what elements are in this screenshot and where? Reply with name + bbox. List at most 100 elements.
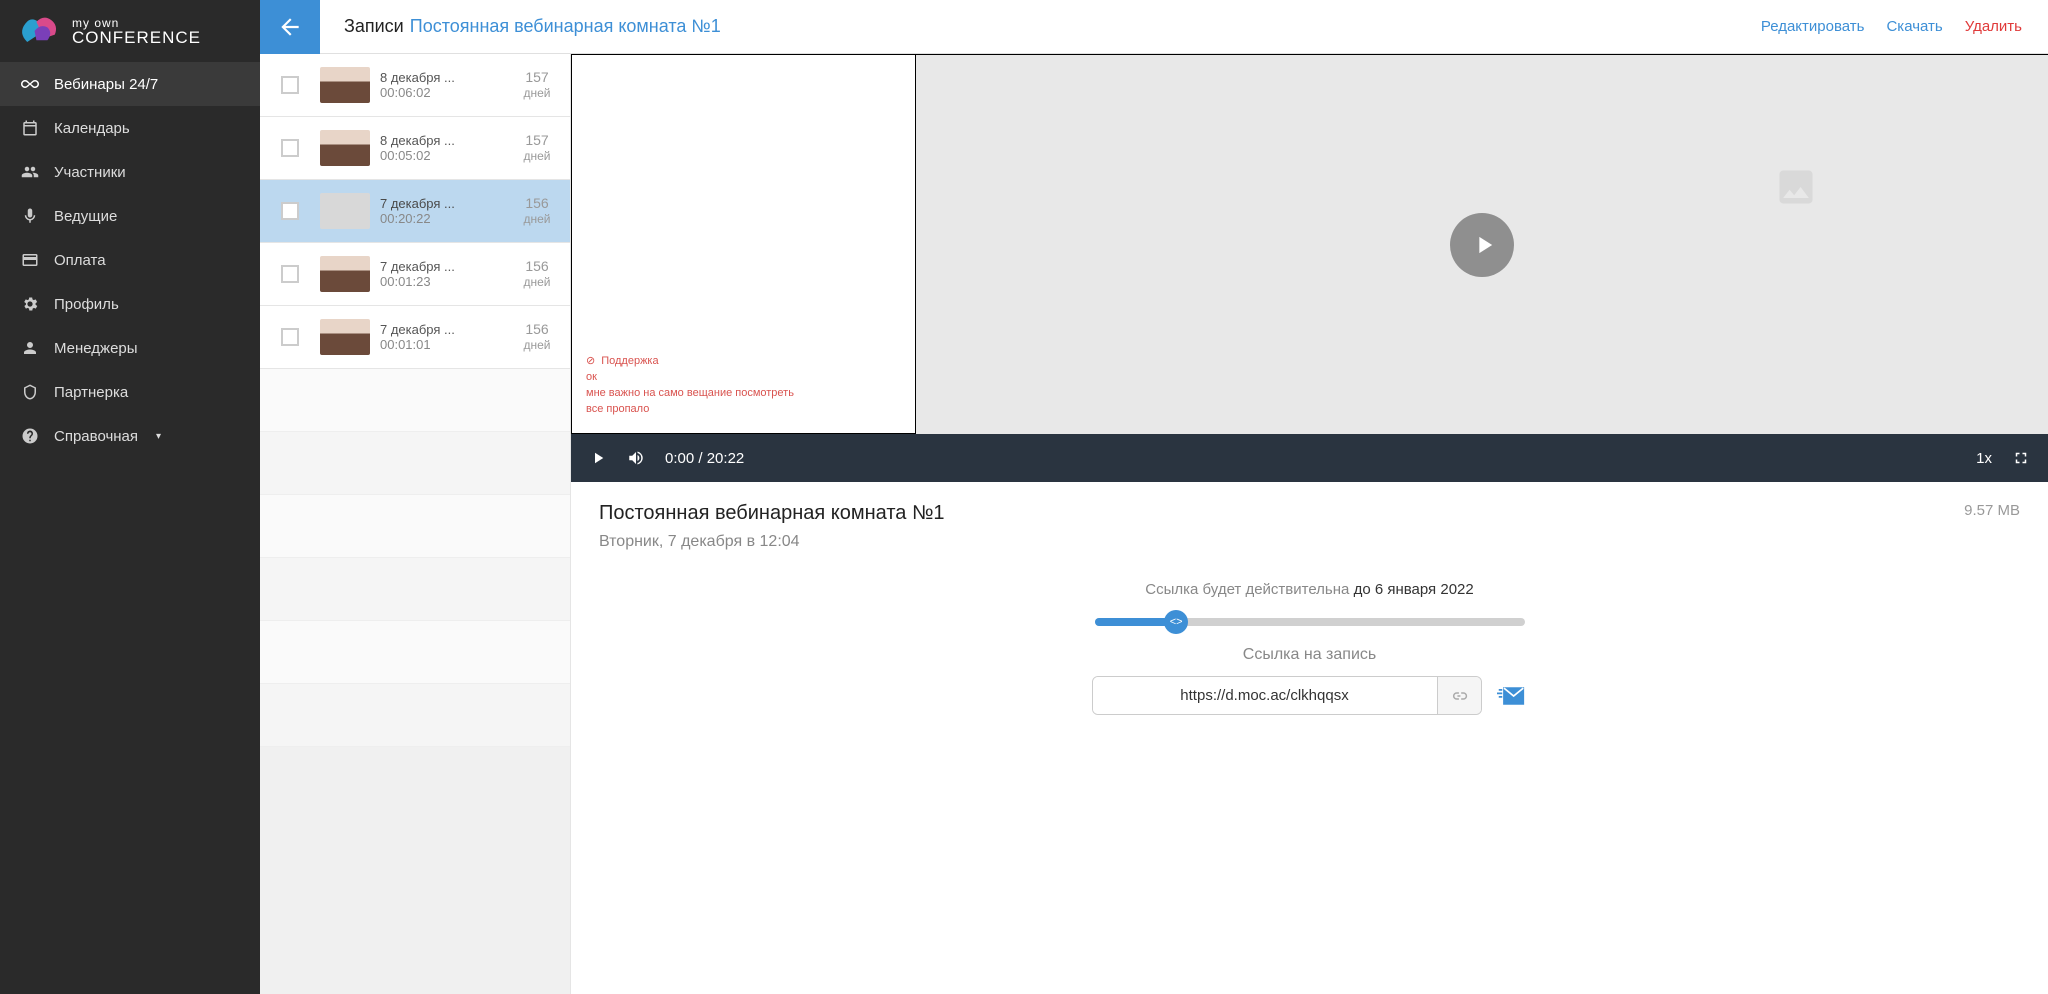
- fullscreen-button[interactable]: [2012, 449, 2030, 467]
- rec-duration: 00:01:23: [380, 274, 514, 289]
- play-overlay[interactable]: [1450, 213, 1514, 277]
- rec-date: 8 декабря ...: [380, 70, 470, 85]
- volume-button[interactable]: [627, 449, 645, 467]
- sidebar-item-label: Справочная: [54, 428, 138, 445]
- play-button[interactable]: [589, 449, 607, 467]
- rec-date: 7 декабря ...: [380, 322, 470, 337]
- back-button[interactable]: [260, 0, 320, 54]
- recording-row[interactable]: 8 декабря ...00:06:02157дней: [260, 54, 570, 117]
- rec-duration: 00:06:02: [380, 85, 514, 100]
- rec-date: 7 декабря ...: [380, 196, 470, 211]
- link-icon: [1450, 687, 1468, 705]
- play-icon: [1470, 231, 1498, 259]
- affiliate-icon: [20, 382, 40, 402]
- download-link[interactable]: Скачать: [1886, 18, 1942, 35]
- image-placeholder-icon: [1774, 165, 1818, 213]
- video-canvas[interactable]: [916, 54, 2048, 434]
- main: Записи Постоянная вебинарная комната №1 …: [260, 0, 2048, 994]
- thumbnail: [320, 319, 370, 355]
- sidebar-item-label: Менеджеры: [54, 340, 138, 357]
- send-link-button[interactable]: [1494, 685, 1528, 707]
- recording-size: 9.57 MB: [1964, 502, 2020, 519]
- sidebar-item-0[interactable]: Вебинары 24/7: [0, 62, 260, 106]
- edit-link[interactable]: Редактировать: [1761, 18, 1865, 35]
- nav: Вебинары 24/7 Календарь Участники Ведущие Оп…: [0, 62, 260, 458]
- topbar: Записи Постоянная вебинарная комната №1 …: [260, 0, 2048, 54]
- chat-line: ок: [586, 371, 901, 383]
- speed-button[interactable]: 1x: [1976, 450, 1992, 467]
- calendar-icon: [20, 118, 40, 138]
- sidebar-item-3[interactable]: Ведущие: [0, 194, 260, 238]
- breadcrumb: Записи Постоянная вебинарная комната №1: [320, 16, 1761, 37]
- recording-row[interactable]: 7 декабря ...00:01:01156дней: [260, 306, 570, 369]
- rec-age: 157дней: [514, 69, 570, 100]
- rec-duration: 00:01:01: [380, 337, 514, 352]
- rec-duration: 00:05:02: [380, 148, 514, 163]
- slider-thumb[interactable]: <>: [1164, 610, 1188, 634]
- sidebar-item-4[interactable]: Оплата: [0, 238, 260, 282]
- chat-line: ⊘Поддержка: [586, 354, 901, 367]
- rec-age: 156дней: [514, 195, 570, 226]
- checkbox[interactable]: [281, 265, 299, 283]
- recording-row[interactable]: 7 декабря ...00:01:23156дней: [260, 243, 570, 306]
- player-area: ⊘Поддержка ок мне важно на само вещание по…: [571, 54, 2048, 994]
- recording-meta: Постоянная вебинарная комната №1 9.57 MB…: [571, 482, 2048, 735]
- rec-duration: 00:20:22: [380, 211, 514, 226]
- copy-link-button[interactable]: [1437, 677, 1481, 714]
- checkbox[interactable]: [281, 139, 299, 157]
- brand-line1: my own: [72, 17, 201, 29]
- logo[interactable]: my own CONFERENCE: [0, 0, 260, 62]
- sidebar-item-label: Участники: [54, 164, 126, 181]
- rec-age: 157дней: [514, 132, 570, 163]
- link-label: Ссылка на запись: [1243, 646, 1376, 664]
- logo-icon: [18, 14, 64, 48]
- users-icon: [20, 162, 40, 182]
- checkbox[interactable]: [281, 202, 299, 220]
- time-display: 0:00 / 20:22: [665, 450, 744, 467]
- sidebar-item-5[interactable]: Профиль: [0, 282, 260, 326]
- recording-row[interactable]: 7 декабря ...00:20:22156дней: [260, 180, 570, 243]
- delete-link[interactable]: Удалить: [1965, 18, 2022, 35]
- thumbnail: [320, 130, 370, 166]
- recordings-list[interactable]: 8 декабря ...00:06:02157дней8 декабря ..…: [260, 54, 571, 994]
- sidebar-item-6[interactable]: Менеджеры: [0, 326, 260, 370]
- rec-date: 8 декабря ...: [380, 133, 470, 148]
- help-icon: [20, 426, 40, 446]
- sidebar-item-7[interactable]: Партнерка: [0, 370, 260, 414]
- mic-icon: [20, 206, 40, 226]
- link-input[interactable]: [1093, 677, 1437, 714]
- infinity-icon: [20, 74, 40, 94]
- gear-icon: [20, 294, 40, 314]
- sidebar: my own CONFERENCE Вебинары 24/7 Календарь…: [0, 0, 260, 994]
- chat-line: мне важно на само вещание посмотреть: [586, 387, 901, 399]
- chevron-down-icon: ▾: [156, 431, 161, 442]
- video-box: ⊘Поддержка ок мне важно на само вещание по…: [571, 54, 2048, 434]
- recording-title: Постоянная вебинарная комната №1: [599, 502, 945, 525]
- brand-line2: CONFERENCE: [72, 29, 201, 46]
- link-validity: Ссылка будет действительна до 6 января 2…: [1145, 581, 1473, 598]
- recording-datetime: Вторник, 7 декабря в 12:04: [599, 533, 2020, 551]
- sidebar-item-label: Партнерка: [54, 384, 128, 401]
- recording-row[interactable]: 8 декабря ...00:05:02157дней: [260, 117, 570, 180]
- validity-slider[interactable]: <>: [1095, 618, 1525, 626]
- thumbnail: [320, 193, 370, 229]
- sidebar-item-8[interactable]: Справочная ▾: [0, 414, 260, 458]
- thumbnail: [320, 67, 370, 103]
- sidebar-item-1[interactable]: Календарь: [0, 106, 260, 150]
- video-chat-panel: ⊘Поддержка ок мне важно на само вещание по…: [571, 54, 916, 434]
- crumb-room-link[interactable]: Постоянная вебинарная комната №1: [410, 16, 721, 37]
- checkbox[interactable]: [281, 328, 299, 346]
- sidebar-item-2[interactable]: Участники: [0, 150, 260, 194]
- send-mail-icon: [1497, 685, 1525, 707]
- chat-line: все пропало: [586, 403, 901, 415]
- sidebar-item-label: Профиль: [54, 296, 119, 313]
- rec-age: 156дней: [514, 258, 570, 289]
- rec-age: 156дней: [514, 321, 570, 352]
- checkbox[interactable]: [281, 76, 299, 94]
- sidebar-item-label: Вебинары 24/7: [54, 76, 158, 93]
- card-icon: [20, 250, 40, 270]
- managers-icon: [20, 338, 40, 358]
- sidebar-item-label: Оплата: [54, 252, 106, 269]
- sidebar-item-label: Календарь: [54, 120, 130, 137]
- player-controls: 0:00 / 20:22 1x: [571, 434, 2048, 482]
